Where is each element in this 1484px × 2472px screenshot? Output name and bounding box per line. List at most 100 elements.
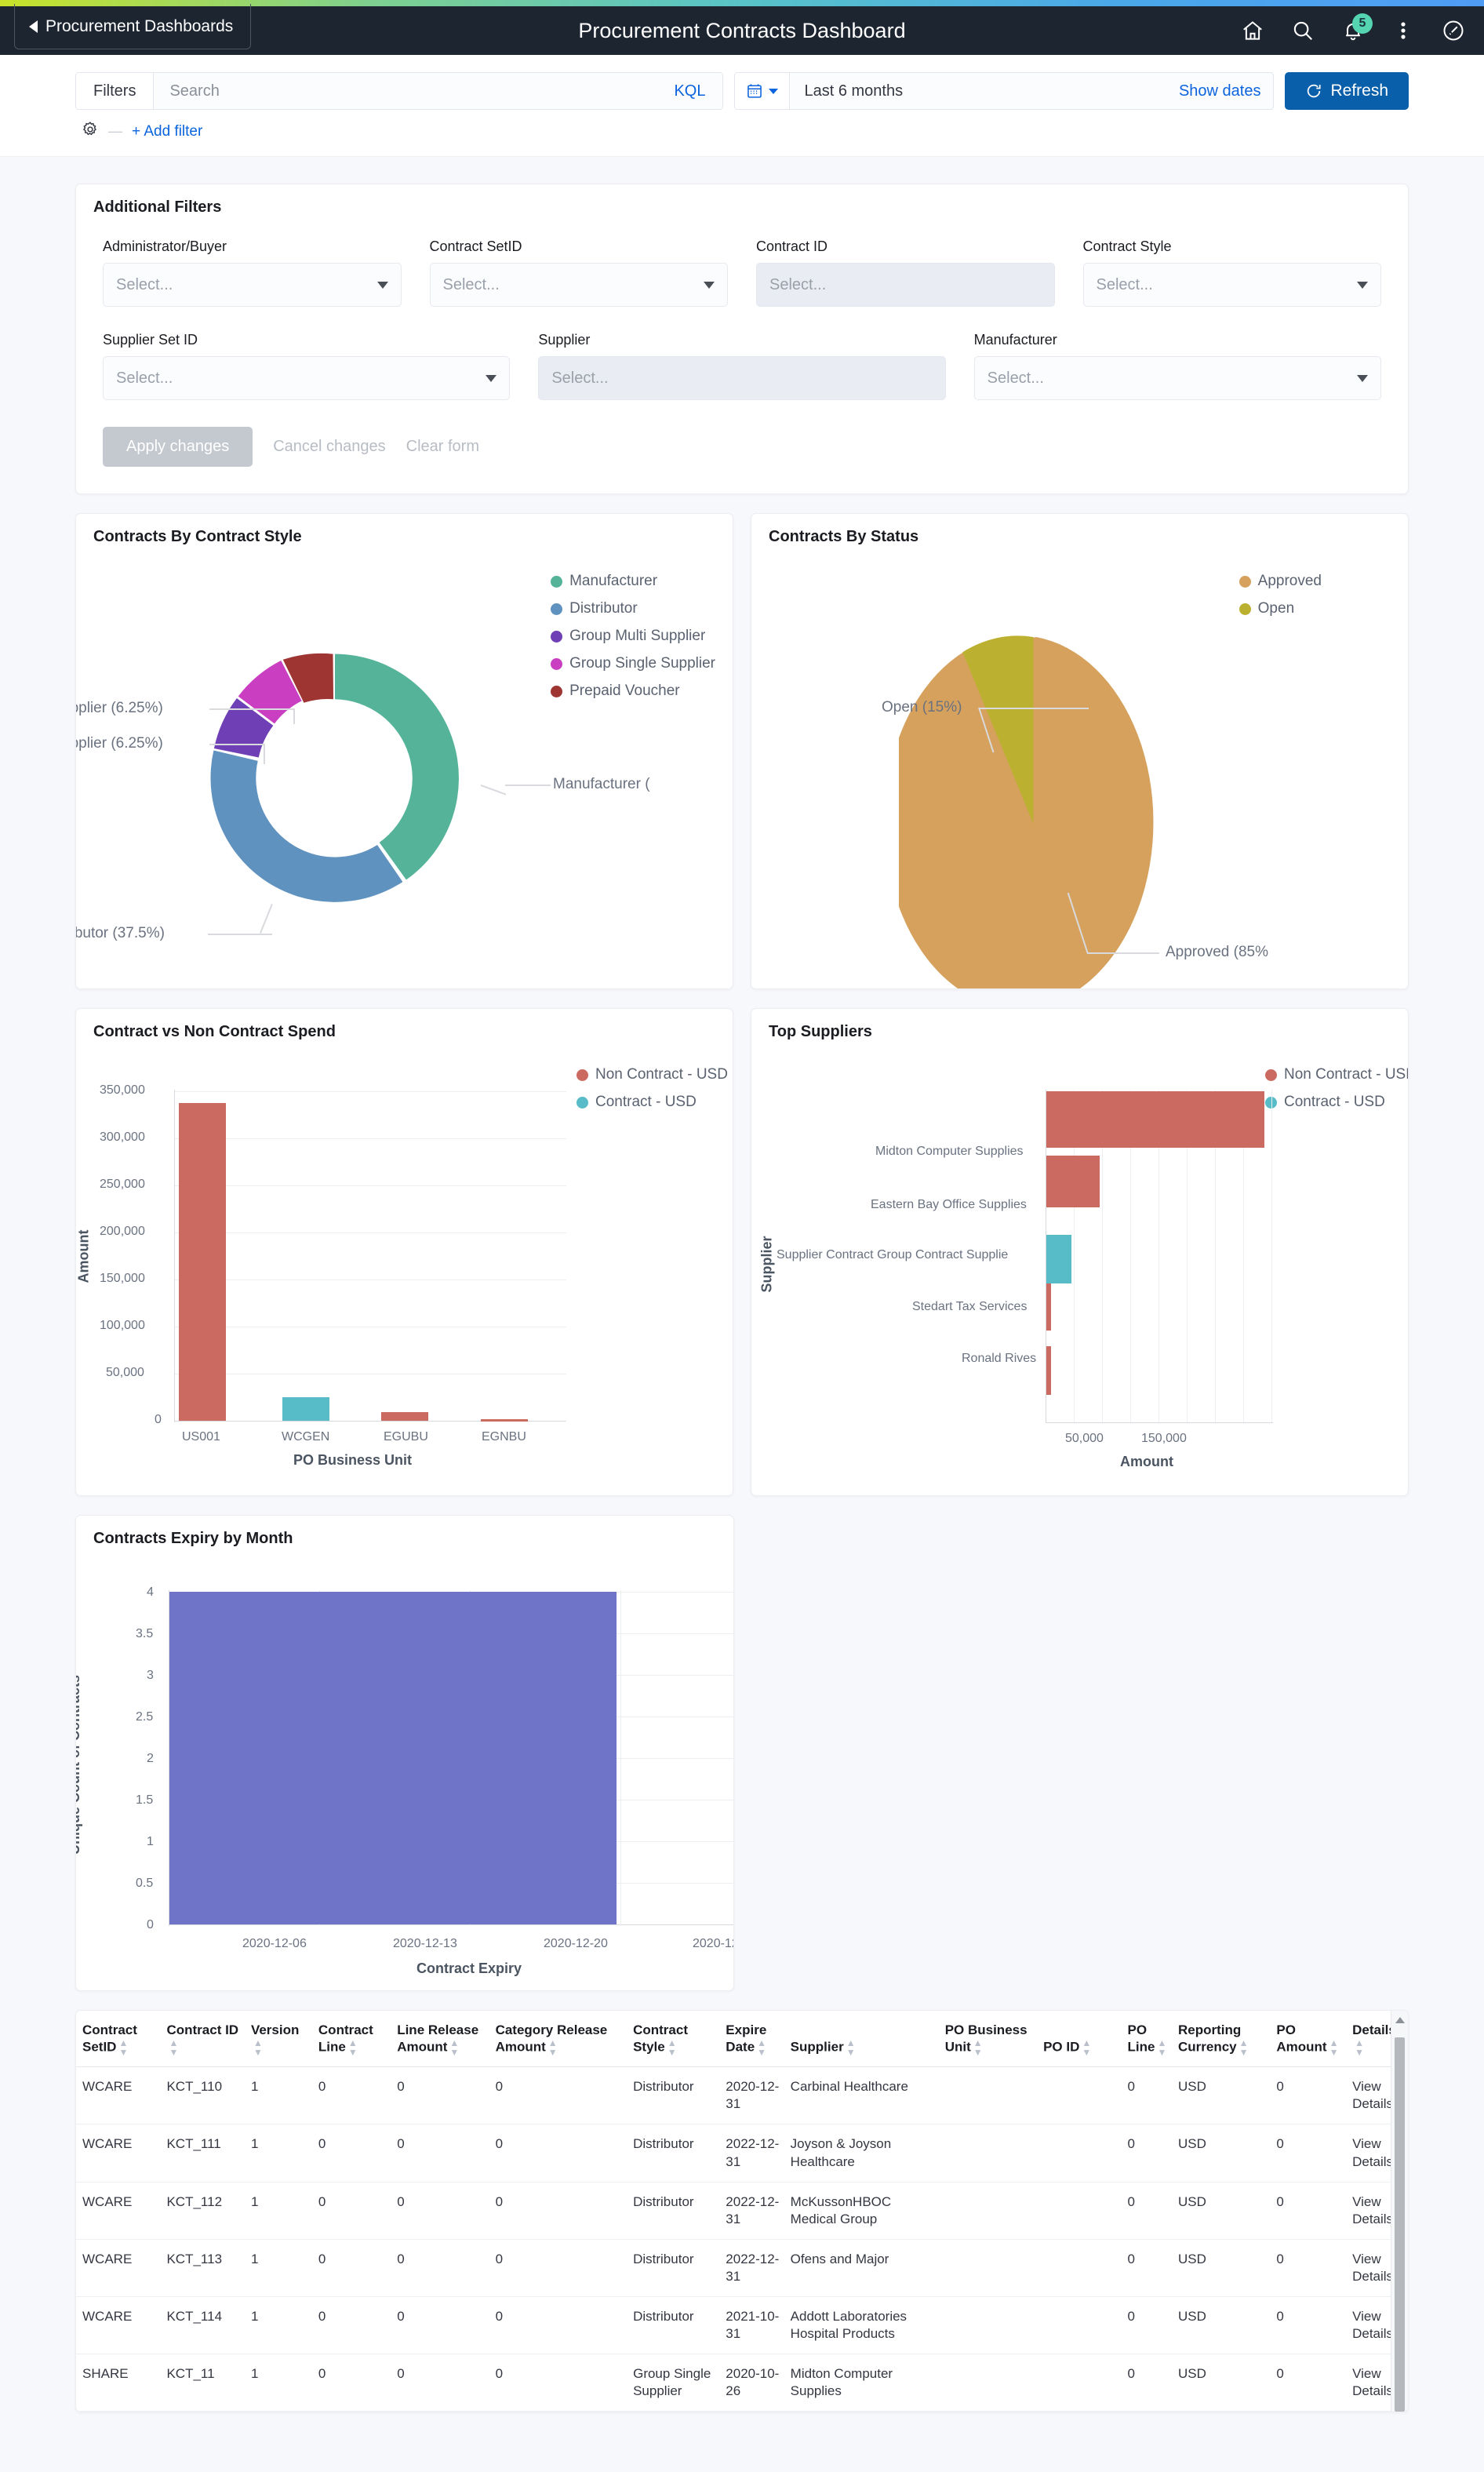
chart-panel-contracts-expiry-by-month: Contracts Expiry by Month — [75, 1515, 734, 1991]
col-supplier[interactable]: Supplier▲▼ — [784, 2011, 939, 2067]
col-po-id[interactable]: PO ID▲▼ — [1037, 2011, 1121, 2067]
col-contract-setid[interactable]: Contract SetID▲▼ — [76, 2011, 160, 2067]
col-category-release-amount[interactable]: Category Release Amount▲▼ — [489, 2011, 627, 2067]
table-row[interactable]: SHARE KCT_11 1 0 0 0 Group Single Suppli… — [76, 2354, 1408, 2412]
kql-toggle[interactable]: KQL — [674, 82, 708, 100]
table-header-row: Contract SetID▲▼ Contract ID▲▼ Version▲▼… — [76, 2011, 1408, 2067]
col-reporting-currency[interactable]: Reporting Currency▲▼ — [1172, 2011, 1270, 2067]
cell-category-release-amount: 0 — [489, 2297, 627, 2354]
sort-icon: ▲▼ — [449, 2038, 459, 2057]
refresh-button[interactable]: Refresh — [1285, 72, 1409, 110]
sort-icon: ▲▼ — [1239, 2038, 1249, 2057]
col-line-release-amount[interactable]: Line Release Amount▲▼ — [391, 2011, 489, 2067]
bar-egnbu-non-contract[interactable] — [481, 1419, 528, 1422]
col-version[interactable]: Version▲▼ — [245, 2011, 312, 2067]
legend-item[interactable]: Distributor — [551, 600, 715, 617]
bar-us001-non-contract[interactable] — [179, 1103, 226, 1421]
y-tick: 0 — [147, 1918, 154, 1932]
col-contract-line[interactable]: Contract Line▲▼ — [312, 2011, 391, 2067]
bell-icon[interactable]: 5 — [1341, 19, 1365, 42]
table-scrollbar[interactable] — [1391, 2011, 1408, 2412]
bar-midton-computer-supplies[interactable] — [1046, 1091, 1264, 1148]
col-po-line[interactable]: PO Line▲▼ — [1122, 2011, 1172, 2067]
bar-chart-contract-spend[interactable]: Non Contract - USD Contract - USD — [76, 1044, 733, 1495]
y-tick: Midton Computer Supplies — [875, 1145, 1024, 1159]
bar-ronald-rives[interactable] — [1046, 1346, 1051, 1395]
compass-icon[interactable] — [1442, 19, 1465, 42]
contract-setid-select[interactable]: Select... — [430, 263, 729, 307]
table-row[interactable]: WCARE KCT_114 1 0 0 0 Distributor 2021-1… — [76, 2297, 1408, 2354]
date-range-value[interactable]: Last 6 months — [790, 73, 1178, 109]
contract-style-select[interactable]: Select... — [1083, 263, 1382, 307]
pie-chart-contracts-by-status[interactable]: Approved Open — [751, 549, 1408, 988]
legend-item[interactable]: Open — [1239, 600, 1322, 617]
col-po-amount[interactable]: PO Amount▲▼ — [1270, 2011, 1346, 2067]
apply-changes-button[interactable]: Apply changes — [103, 427, 253, 467]
legend-item[interactable]: Group Multi Supplier — [551, 628, 715, 645]
col-label: Contract Line — [318, 2022, 373, 2055]
table-row[interactable]: WCARE KCT_110 1 0 0 0 Distributor 2020-1… — [76, 2067, 1408, 2124]
legend-item[interactable]: Approved — [1239, 573, 1322, 590]
area-series-unique-count-of-contracts[interactable] — [169, 1592, 617, 1924]
table-row[interactable]: WCARE KCT_111 1 0 0 0 Distributor 2022-1… — [76, 2124, 1408, 2182]
legend-item[interactable]: Contract - USD — [1265, 1094, 1408, 1111]
bar-chart-top-suppliers[interactable]: Non Contract - USD Contract - USD — [751, 1044, 1408, 1495]
table-row[interactable]: WCARE KCT_112 1 0 0 0 Distributor 2022-1… — [76, 2182, 1408, 2239]
gridline — [620, 1590, 621, 1926]
bar-eastern-bay-office-supplies[interactable] — [1046, 1156, 1100, 1207]
table-row[interactable]: WCARE KCT_113 1 0 0 0 Distributor 2022-1… — [76, 2239, 1408, 2296]
x-axis-title: PO Business Unit — [293, 1452, 412, 1469]
legend-swatch — [577, 1069, 588, 1081]
kebab-menu-icon[interactable] — [1391, 19, 1415, 42]
cell-version: 1 — [245, 2124, 312, 2182]
clear-form-button[interactable]: Clear form — [406, 438, 479, 456]
show-dates-link[interactable]: Show dates — [1179, 73, 1274, 109]
y-tick: 2.5 — [136, 1710, 153, 1724]
legend-item[interactable]: Group Single Supplier — [551, 655, 715, 672]
cell-contract-style: Distributor — [627, 2239, 719, 2296]
contract-id-select[interactable]: Select... — [756, 263, 1055, 307]
col-expire-date[interactable]: Expire Date▲▼ — [719, 2011, 784, 2067]
legend-item[interactable]: Contract - USD — [577, 1094, 728, 1111]
bar-supplier-contract-group[interactable] — [1046, 1235, 1071, 1283]
cell-contract-line: 0 — [312, 2182, 391, 2239]
donut-svg — [194, 637, 476, 919]
manufacturer-select[interactable]: Select... — [974, 356, 1381, 400]
col-contract-style[interactable]: Contract Style▲▼ — [627, 2011, 719, 2067]
donut-chart-contract-style[interactable]: Manufacturer Distributor Group Multi Sup… — [76, 549, 733, 988]
legend-item[interactable]: Non Contract - USD — [577, 1066, 728, 1083]
bar-wcgen-contract[interactable] — [282, 1397, 329, 1421]
scroll-up-arrow-icon[interactable] — [1395, 2017, 1405, 2023]
col-po-business-unit[interactable]: PO Business Unit▲▼ — [939, 2011, 1037, 2067]
bar-egubu-non-contract[interactable] — [381, 1412, 428, 1421]
search-icon[interactable] — [1291, 19, 1315, 42]
bar-stedart-tax-services[interactable] — [1046, 1283, 1051, 1331]
filters-tab[interactable]: Filters — [76, 73, 154, 109]
area-chart-contracts-expiry[interactable]: 4 3.5 3 2.5 2 1.5 1 0.5 0 2020-12-06 202… — [76, 1551, 733, 1990]
leader-line — [209, 708, 294, 710]
select-value: Select... — [443, 276, 500, 294]
cell-line-release-amount: 0 — [391, 2182, 489, 2239]
calendar-quick-select-button[interactable] — [735, 73, 790, 109]
gear-icon[interactable] — [82, 121, 99, 142]
add-filter-link[interactable]: + Add filter — [132, 123, 202, 140]
legend-item[interactable]: Non Contract - USD — [1265, 1066, 1408, 1083]
supplier-select[interactable]: Select... — [538, 356, 945, 400]
gridline — [1271, 1090, 1272, 1422]
legend-item[interactable]: Manufacturer — [551, 573, 715, 590]
home-icon[interactable] — [1241, 19, 1264, 42]
supplier-set-id-select[interactable]: Select... — [103, 356, 510, 400]
administrator-buyer-select[interactable]: Select... — [103, 263, 402, 307]
sort-icon: ▲▼ — [1157, 2038, 1166, 2057]
cell-po-id — [1037, 2239, 1121, 2296]
scrollbar-thumb[interactable] — [1395, 2037, 1405, 2412]
cell-reporting-currency: USD — [1172, 2239, 1270, 2296]
cancel-changes-button[interactable]: Cancel changes — [273, 438, 385, 456]
search-input[interactable] — [168, 82, 674, 101]
legend-item[interactable]: Prepaid Voucher — [551, 683, 715, 700]
cell-contract-line: 0 — [312, 2067, 391, 2124]
cell-category-release-amount: 0 — [489, 2124, 627, 2182]
col-contract-id[interactable]: Contract ID▲▼ — [160, 2011, 244, 2067]
cell-po-business-unit — [939, 2124, 1037, 2182]
back-to-procurement-dashboards-button[interactable]: Procurement Dashboards — [14, 4, 251, 49]
